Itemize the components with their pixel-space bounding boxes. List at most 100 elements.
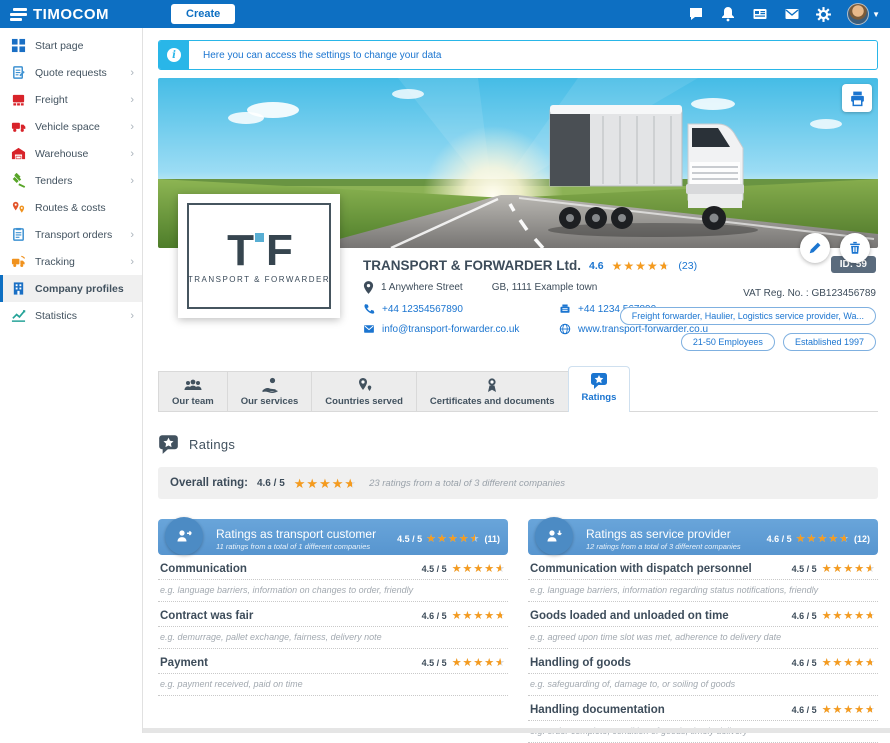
sidebar-item-statistics[interactable]: Statistics [0, 302, 142, 329]
tab-label: Ratings [582, 392, 617, 403]
page-bottom-strip [143, 728, 890, 733]
company-email[interactable]: info@transport-forwarder.co.uk [363, 323, 559, 335]
rating-row: Goods loaded and unloaded on time 4.6 / … [528, 602, 878, 649]
tab-label: Countries served [325, 396, 403, 407]
quote-icon [11, 65, 26, 80]
rating-row: Handling of goods 4.6 / 5★★★★★★★★★★ e.g.… [528, 649, 878, 696]
tag-employees[interactable]: 21-50 Employees [681, 333, 775, 351]
sidebar-item-freight[interactable]: Freight [0, 86, 142, 113]
rating-hint: e.g. demurrage, pallet exchange, fairnes… [158, 627, 508, 649]
certificate-icon [484, 377, 500, 393]
sidebar-item-tracking[interactable]: Tracking [0, 248, 142, 275]
sidebar-item-warehouse[interactable]: Warehouse [0, 140, 142, 167]
card-header: Ratings as service provider 12 ratings f… [528, 519, 878, 555]
rating-stars: ★★★★★★★★★★ [822, 564, 876, 575]
rating-hint: e.g. safeguarding of, damage to, or soil… [528, 674, 878, 696]
sidebar-item-company-profiles[interactable]: Company profiles [0, 275, 142, 302]
rating-stars: ★★★★★★★★★★ [452, 564, 506, 575]
sidebar-item-tenders[interactable]: Tenders [0, 167, 142, 194]
tab-ratings[interactable]: Ratings [568, 366, 631, 412]
ratings-icon [590, 372, 608, 389]
sidebar-item-label: Tracking [35, 256, 75, 268]
print-button[interactable] [842, 84, 872, 112]
sidebar-item-vehicle-space[interactable]: Vehicle space [0, 113, 142, 140]
gear-icon[interactable] [815, 6, 832, 23]
rating-score: 4.6 / 5 [422, 611, 447, 621]
info-banner: i Here you can access the settings to ch… [158, 40, 878, 70]
warehouse-icon [11, 146, 26, 161]
pins-icon [11, 200, 26, 215]
rating-row: Contract was fair 4.6 / 5★★★★★★★★★★ e.g.… [158, 602, 508, 649]
timocom-logo[interactable]: TIMOCOM [10, 6, 109, 23]
grid-icon [11, 38, 26, 53]
ratings-section-header: Ratings [158, 434, 878, 454]
sidebar-item-label: Freight [35, 94, 68, 106]
team-icon [183, 378, 203, 393]
news-icon[interactable] [751, 6, 768, 23]
tab-our-team[interactable]: Our team [158, 371, 228, 411]
logo-blue-dot [255, 233, 264, 242]
services-icon [261, 377, 279, 393]
tab-countries-served[interactable]: Countries served [311, 371, 417, 411]
orders-icon [11, 227, 26, 242]
mail-icon[interactable] [783, 6, 800, 23]
tag-business-types[interactable]: Freight forwarder, Haulier, Logistics se… [620, 307, 876, 325]
rating-label: Goods loaded and unloaded on time [530, 610, 729, 622]
delete-button[interactable] [840, 233, 870, 263]
company-city: GB, 1111 Example town [492, 282, 598, 293]
sidebar-item-quote-requests[interactable]: Quote requests [0, 59, 142, 86]
sidebar-item-start-page[interactable]: Start page [0, 32, 142, 59]
user-menu[interactable]: ▼ [847, 3, 880, 25]
tab-our-services[interactable]: Our services [227, 371, 313, 411]
rating-row: Handling documentation 4.6 / 5★★★★★★★★★★… [528, 696, 878, 743]
sidebar-item-transport-orders[interactable]: Transport orders [0, 221, 142, 248]
tab-label: Certificates and documents [430, 396, 555, 407]
sidebar-item-routes-costs[interactable]: Routes & costs [0, 194, 142, 221]
ratings-card-service-provider: Ratings as service provider 12 ratings f… [528, 519, 878, 743]
card-subtitle: 12 ratings from a total of 3 different c… [586, 542, 741, 551]
bell-icon[interactable] [719, 6, 736, 23]
info-icon: i [159, 41, 189, 69]
rating-label: Communication with dispatch personnel [530, 563, 752, 575]
tag-established[interactable]: Established 1997 [783, 333, 876, 351]
card-stars: ★★★★★★★★★★ [796, 534, 850, 545]
rating-score: 4.5 / 5 [422, 658, 447, 668]
company-street: 1 Anywhere Street [381, 282, 463, 293]
overall-rating-label: Overall rating: [170, 477, 248, 489]
company-name: TRANSPORT & FORWARDER Ltd. [363, 258, 581, 273]
ratings-card-transport-customer: Ratings as transport customer 11 ratings… [158, 519, 508, 743]
section-title: Ratings [189, 437, 235, 452]
rating-label: Handling of goods [530, 657, 631, 669]
card-score: 4.5 / 5 [397, 534, 422, 544]
card-count: (12) [854, 534, 870, 544]
chat-icon[interactable] [687, 6, 704, 23]
card-title: Ratings as service provider [586, 527, 741, 541]
vat-value: GB123456789 [811, 288, 876, 299]
rating-hint: e.g. language barriers, information rega… [528, 580, 878, 602]
vat-number: VAT Reg. No. : GB123456789 [743, 288, 876, 299]
rating-row: Payment 4.5 / 5★★★★★★★★★★ e.g. payment r… [158, 649, 508, 696]
rating-label: Contract was fair [160, 610, 253, 622]
create-button[interactable]: Create [171, 4, 235, 24]
edit-button[interactable] [800, 233, 830, 263]
tracking-icon [11, 254, 26, 269]
rating-score: 4.5 / 5 [792, 564, 817, 574]
info-banner-text: Here you can access the settings to chan… [189, 41, 441, 69]
logo-letter-t: T [227, 229, 252, 273]
vat-label: VAT Reg. No. : [743, 288, 809, 299]
overall-rating-bar: Overall rating: 4.6 / 5 ★★★★★★★★★★ 23 ra… [158, 467, 878, 499]
sidebar-item-label: Routes & costs [35, 202, 106, 214]
brand-name: TIMOCOM [33, 6, 109, 23]
card-header: Ratings as transport customer 11 ratings… [158, 519, 508, 555]
provider-person-icon [535, 517, 573, 555]
timocom-logo-icon [10, 8, 27, 21]
rating-score: 4.6 / 5 [792, 658, 817, 668]
card-score: 4.6 / 5 [767, 534, 792, 544]
company-phone[interactable]: +44 12354567890 [363, 303, 559, 315]
chevron-down-icon: ▼ [872, 10, 880, 19]
company-rating-count[interactable]: (23) [678, 260, 697, 272]
ratings-section-icon [158, 434, 179, 454]
sidebar-item-label: Start page [35, 40, 83, 52]
globe-icon [559, 323, 571, 335]
tab-certificates[interactable]: Certificates and documents [416, 371, 569, 411]
